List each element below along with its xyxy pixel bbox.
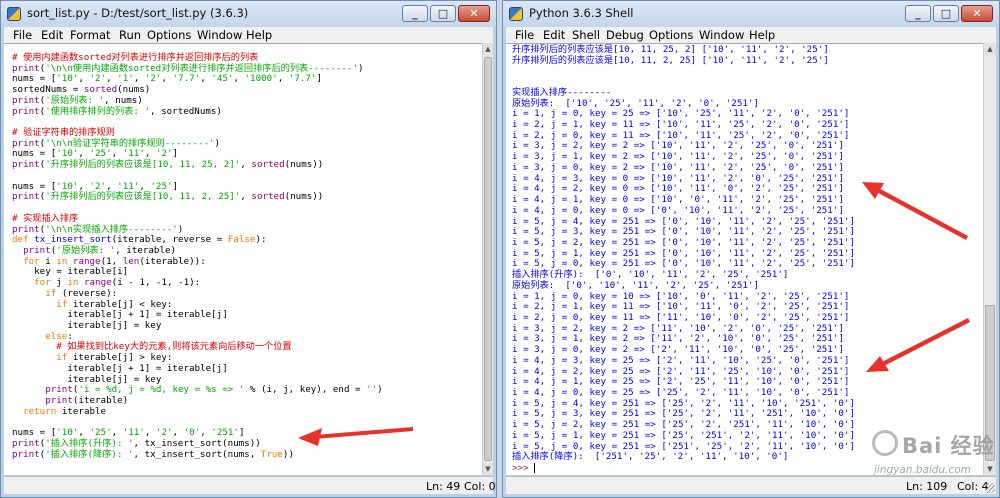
close-icon[interactable]: ✕	[458, 5, 490, 22]
code-line[interactable]: print('升序排列后的列表应该是[10, 11, 25, 2]', sort…	[12, 159, 383, 171]
shell-output-line[interactable]: 插入排序(降序): ['251', '25', '2', '11', '10',…	[512, 452, 855, 463]
shell-vertical-scrollbar[interactable]: ▲ ▼	[983, 43, 996, 475]
watermark-brand: Bai 经验	[902, 434, 995, 458]
minimize-icon[interactable]: _	[905, 5, 931, 22]
editor-window: sort_list.py - D:/test/sort_list.py (3.6…	[0, 0, 497, 498]
text-cursor	[534, 463, 536, 474]
menu-help[interactable]: Help	[749, 28, 775, 42]
shell-output-area[interactable]: 升序排列后的列表应该是[10, 11, 25, 2] ['10', '11', …	[506, 43, 983, 475]
editor-menubar: File Edit Format Run Options Window Help	[4, 27, 493, 43]
menu-run[interactable]: Run	[119, 28, 141, 42]
menu-window[interactable]: Window	[699, 28, 744, 42]
code-editor[interactable]: # 使用内建函数sorted对列表进行排序并返回排序后的列表 print('\n\…	[4, 43, 482, 475]
baidu-watermark: Bai 经验 jingyan.baidu.com	[872, 428, 994, 484]
shell-prompt: >>>	[512, 462, 535, 474]
close-icon[interactable]: ✕	[961, 5, 993, 22]
menu-debug[interactable]: Debug	[606, 28, 644, 42]
shell-output-line[interactable]: i = 4, j = 0, key = 0 => ['0', '10', '11…	[512, 205, 855, 217]
resize-grip-icon[interactable]	[985, 483, 995, 493]
shell-output-line[interactable]	[512, 66, 855, 77]
shell-output-line[interactable]: 实现插入排序--------	[512, 87, 855, 99]
line-number: Ln: 49	[426, 480, 461, 493]
menu-file[interactable]: File	[515, 28, 534, 42]
shell-output-line[interactable]: 升序排列后的列表应该是[10, 11, 2, 25] ['10', '11', …	[512, 55, 855, 67]
shell-output-line[interactable]: i = 4, j = 3, key = 25 => ['2', '11', '1…	[512, 355, 855, 367]
editor-statusbar: Ln: 49 Col: 0	[4, 476, 496, 494]
code-line[interactable]: print('使用排序排列的列表: ', sortedNums)	[12, 106, 383, 118]
watermark-url: jingyan.baidu.com	[874, 464, 971, 476]
minimize-icon[interactable]: _	[402, 5, 428, 22]
code-line[interactable]: return iterable	[12, 406, 383, 418]
code-line[interactable]: print('升序排列后的列表应该是[10, 11, 2, 25]', sort…	[12, 191, 383, 203]
shell-window-title: Python 3.6.3 Shell	[529, 6, 634, 20]
shell-output[interactable]: 升序排列后的列表应该是[10, 11, 25, 2] ['10', '11', …	[512, 44, 855, 474]
baidu-paw-icon	[872, 430, 898, 456]
source-code[interactable]: # 使用内建函数sorted对列表进行排序并返回排序后的列表 print('\n\…	[12, 52, 383, 461]
editor-window-title: sort_list.py - D:/test/sort_list.py (3.6…	[27, 6, 249, 20]
scroll-up-icon[interactable]: ▲	[483, 43, 493, 55]
menu-file[interactable]: File	[13, 28, 32, 42]
scroll-down-icon[interactable]: ▼	[984, 463, 996, 475]
scrollbar-thumb[interactable]	[484, 57, 492, 461]
python-file-icon	[7, 7, 21, 21]
editor-titlebar[interactable]: sort_list.py - D:/test/sort_list.py (3.6…	[1, 1, 496, 27]
scroll-up-icon[interactable]: ▲	[984, 43, 996, 55]
menu-shell[interactable]: Shell	[572, 28, 600, 42]
shell-titlebar[interactable]: Python 3.6.3 Shell _ □ ✕	[503, 1, 999, 27]
python-logo-icon	[509, 7, 523, 21]
menu-options[interactable]: Options	[147, 28, 191, 42]
scroll-down-icon[interactable]: ▼	[483, 463, 493, 475]
menu-options[interactable]: Options	[649, 28, 693, 42]
maximize-icon[interactable]: □	[430, 5, 456, 22]
column-number: Col: 0	[464, 480, 496, 493]
menu-edit[interactable]: Edit	[543, 28, 565, 42]
shell-output-line[interactable]: 原始列表: ['0', '10', '11', '2', '25', '251'…	[512, 280, 855, 292]
code-line[interactable]: print('插入排序(降序): ', tx_insert_sort(nums,…	[12, 449, 383, 461]
shell-output-line[interactable]: i = 5, j = 1, key = 251 => ['25', '251',…	[512, 430, 855, 442]
shell-window: Python 3.6.3 Shell _ □ ✕ File Edit Shell…	[502, 0, 1000, 498]
maximize-icon[interactable]: □	[933, 5, 959, 22]
menu-format[interactable]: Format	[70, 28, 111, 42]
menu-edit[interactable]: Edit	[41, 28, 63, 42]
menu-help[interactable]: Help	[246, 28, 272, 42]
shell-prompt-line[interactable]: >>>	[512, 463, 855, 474]
menu-window[interactable]: Window	[197, 28, 242, 42]
editor-vertical-scrollbar[interactable]: ▲ ▼	[482, 43, 493, 475]
shell-menubar: File Edit Shell Debug Options Window Hel…	[506, 27, 996, 43]
